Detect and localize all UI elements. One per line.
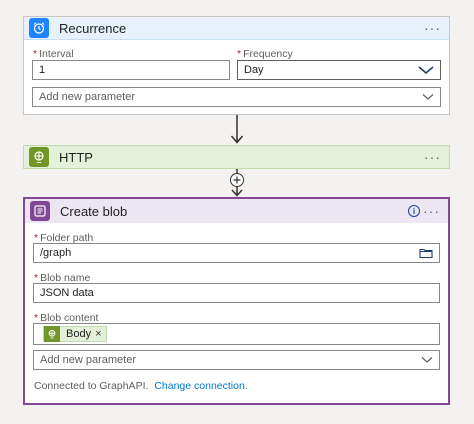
connected-text: Connected to GraphAPI. <box>34 380 149 392</box>
interval-label: * Interval <box>33 48 74 60</box>
connection-info: Connected to GraphAPI. Change connection… <box>34 380 248 392</box>
add-parameter-placeholder: Add new parameter <box>39 91 135 103</box>
globe-icon <box>29 147 49 167</box>
blob-add-parameter-dropdown[interactable]: Add new parameter <box>33 350 440 370</box>
chevron-down-icon <box>418 66 434 75</box>
plus-icon <box>233 176 241 184</box>
info-icon[interactable]: i <box>408 205 420 217</box>
interval-input[interactable]: 1 <box>32 60 230 80</box>
chevron-down-icon <box>421 357 433 363</box>
folder-icon[interactable] <box>419 248 433 259</box>
folder-path-value: /graph <box>40 247 72 259</box>
http-title: HTTP <box>59 149 93 165</box>
create-blob-header[interactable]: Create blob i ··· <box>25 199 448 223</box>
globe-icon <box>44 326 60 342</box>
body-token-label: Body <box>66 328 92 340</box>
flow-arrow-icon <box>230 115 244 144</box>
frequency-value: Day <box>244 64 264 76</box>
recurrence-add-parameter-dropdown[interactable]: Add new parameter <box>32 87 441 107</box>
frequency-dropdown[interactable]: Day <box>237 60 441 80</box>
add-step-button[interactable] <box>230 173 244 187</box>
http-header[interactable]: HTTP ··· <box>24 146 449 168</box>
blob-name-input[interactable]: JSON data <box>33 283 440 303</box>
storage-blob-icon <box>30 201 50 221</box>
body-token[interactable]: Body × <box>43 326 107 342</box>
recurrence-header[interactable]: Recurrence ··· <box>24 17 449 40</box>
recurrence-more-button[interactable]: ··· <box>424 20 441 36</box>
recurrence-title: Recurrence <box>59 20 127 36</box>
remove-token-icon[interactable]: × <box>95 328 101 340</box>
add-parameter-placeholder: Add new parameter <box>40 354 136 366</box>
create-blob-title: Create blob <box>60 203 128 219</box>
folder-path-input[interactable]: /graph <box>33 243 440 263</box>
create-blob-more-button[interactable]: ··· <box>423 203 440 219</box>
create-blob-card: Create blob i ··· * Folder path /graph * B… <box>23 197 450 405</box>
change-connection-link[interactable]: Change connection. <box>154 380 247 392</box>
recurrence-card: Recurrence ··· * Interval 1 * Frequency Da… <box>23 16 450 115</box>
alarm-clock-icon <box>29 18 49 38</box>
frequency-label: * Frequency <box>237 48 293 60</box>
blob-content-input[interactable]: Body × <box>33 323 440 345</box>
chevron-down-icon <box>422 94 434 100</box>
http-more-button[interactable]: ··· <box>424 149 441 165</box>
http-card[interactable]: HTTP ··· <box>23 145 450 169</box>
